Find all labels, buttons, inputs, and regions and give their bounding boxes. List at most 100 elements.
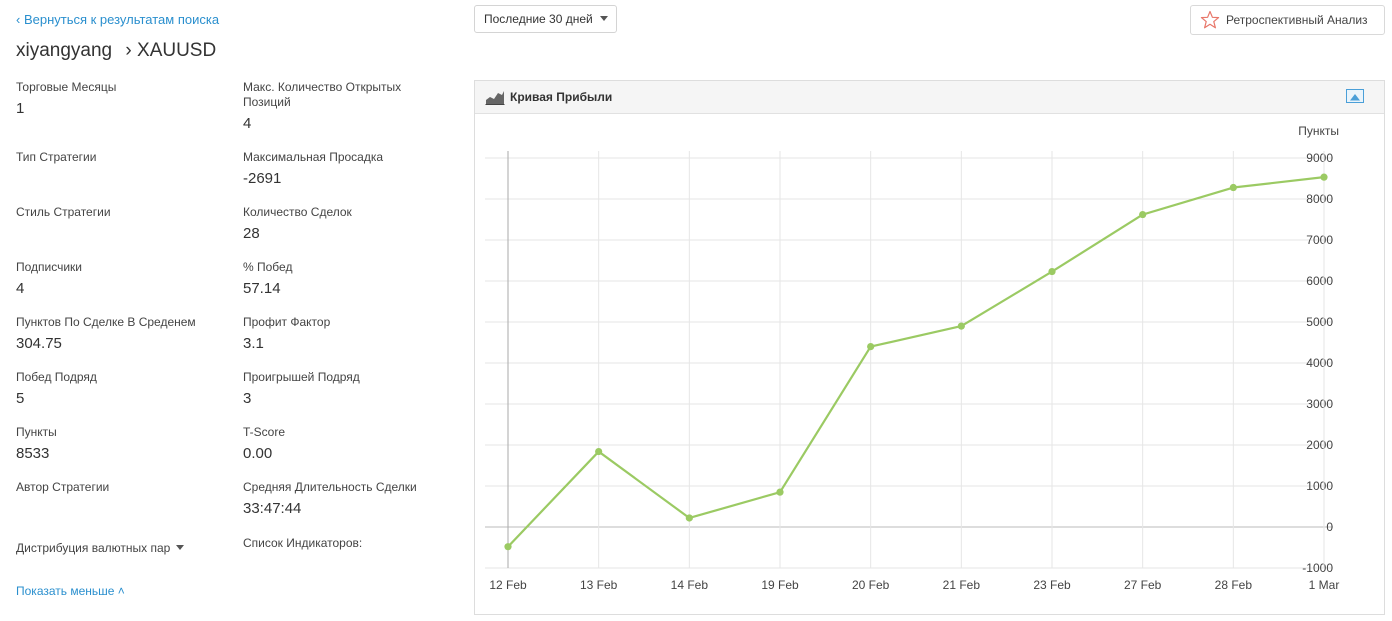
- profit-curve-chart: -1000 0 1000 2000 3000 4000 5000 6000 7000 8000 90…: [485, 124, 1340, 592]
- currency-distribution-label: Дистрибуция валютных пар: [16, 541, 171, 555]
- stat-profit-factor: Профит Фактор 3.1: [243, 315, 443, 352]
- stat-win-percent: % Побед 57.14: [243, 260, 443, 297]
- strategy-user-name: xiyangyang: [16, 40, 113, 61]
- y-tick-label: 1000: [1306, 479, 1333, 493]
- data-point: [1139, 210, 1147, 219]
- y-tick-label: 3000: [1306, 397, 1333, 411]
- data-point: [685, 514, 693, 522]
- stat-value: 1: [16, 100, 25, 117]
- backtest-button-label: Ретроспективный Анализ: [1226, 13, 1368, 27]
- x-tick-label: 13 Feb: [580, 578, 618, 592]
- data-point: [776, 488, 784, 496]
- data-point: [1229, 183, 1237, 192]
- period-select[interactable]: Последние 30 дней: [474, 5, 617, 33]
- y-tick-label: 2000: [1306, 438, 1333, 452]
- stat-label: Средняя Длительность Сделки: [243, 480, 417, 494]
- stat-label: Подписчики: [16, 260, 83, 274]
- stat-consecutive-losses: Проигрышей Подряд 3: [243, 370, 443, 407]
- stat-label: Пунктов По Сделке В Среденем: [16, 315, 196, 329]
- stat-label: Пункты: [16, 425, 57, 439]
- stat-value: 304.75: [16, 335, 62, 352]
- stat-avg-trade-duration: Средняя Длительность Сделки 33:47:44: [243, 480, 443, 517]
- stat-consecutive-wins: Побед Подряд 5: [16, 370, 216, 407]
- data-point: [1320, 173, 1328, 181]
- stat-value: 57.14: [243, 280, 281, 297]
- stat-label: Стиль Стратегии: [16, 205, 111, 219]
- x-tick-label: 20 Feb: [852, 578, 890, 592]
- title-separator: ›: [125, 40, 132, 61]
- page-title: xiyangyang › XAUUSD: [16, 40, 216, 62]
- expand-icon[interactable]: [1346, 89, 1364, 103]
- period-select-value: Последние 30 дней: [484, 12, 593, 26]
- stat-value: 4: [16, 280, 25, 297]
- stat-value: 3: [243, 390, 252, 407]
- stat-trade-count: Количество Сделок 28: [243, 205, 443, 242]
- stat-pips: Пункты 8533: [16, 425, 216, 462]
- stat-avg-pips-per-trade: Пунктов По Сделке В Среденем 304.75: [16, 315, 216, 352]
- stat-value: 8533: [16, 445, 50, 462]
- backtest-button[interactable]: Ретроспективный Анализ: [1190, 5, 1385, 35]
- y-tick-label: 6000: [1306, 274, 1333, 288]
- strategy-symbol: XAUUSD: [137, 40, 217, 61]
- area-chart-icon: [485, 91, 505, 105]
- stat-value: 3.1: [243, 335, 264, 352]
- chevron-down-icon: [176, 545, 185, 550]
- stat-label: Проигрышей Подряд: [243, 370, 360, 384]
- stat-label: Побед Подряд: [16, 370, 97, 384]
- stat-label: Торговые Месяцы: [16, 80, 117, 94]
- data-point: [1048, 267, 1056, 276]
- stat-subscribers: Подписчики 4: [16, 260, 216, 297]
- stat-label: % Побед: [243, 260, 293, 274]
- x-tick-label: 28 Feb: [1215, 578, 1253, 592]
- x-tick-label: 14 Feb: [671, 578, 709, 592]
- stat-max-open-positions: Макс. Количество Открытых Позиций 4: [243, 80, 443, 132]
- x-tick-label: 23 Feb: [1033, 578, 1071, 592]
- stat-value: 4: [243, 115, 252, 132]
- stat-strategy-author: Автор Стратегии: [16, 480, 216, 500]
- y-tick-label: 0: [1326, 520, 1333, 534]
- data-point: [957, 322, 965, 330]
- y-tick-label: 7000: [1306, 233, 1333, 247]
- stat-value: 28: [243, 225, 260, 242]
- stat-label: T-Score: [243, 425, 286, 439]
- x-tick-label: 1 Mar: [1309, 578, 1340, 592]
- show-less-link[interactable]: Показать меньше ˄: [16, 584, 125, 598]
- stat-strategy-type: Тип Стратегии: [16, 150, 216, 170]
- profit-curve-title: Кривая Прибыли: [510, 90, 613, 104]
- stat-t-score: T-Score 0.00: [243, 425, 443, 462]
- stat-label: Максимальная Просадка: [243, 150, 384, 164]
- back-to-search-link[interactable]: ‹ Вернуться к результатам поиска: [16, 12, 219, 27]
- stat-strategy-style: Стиль Стратегии: [16, 205, 216, 225]
- y-tick-label: 9000: [1306, 151, 1333, 165]
- x-tick-label: 12 Feb: [489, 578, 527, 592]
- profit-line: [507, 176, 1325, 548]
- x-tick-label: 27 Feb: [1124, 578, 1162, 592]
- currency-distribution-dropdown[interactable]: Дистрибуция валютных пар: [16, 541, 185, 555]
- x-tick-label: 21 Feb: [943, 578, 981, 592]
- indicators-list-label: Список Индикаторов:: [243, 536, 363, 550]
- stat-value: 0.00: [243, 445, 273, 462]
- data-point: [504, 543, 512, 551]
- y-tick-label: -1000: [1302, 561, 1333, 575]
- stat-label: Автор Стратегии: [16, 480, 110, 494]
- stat-label: Макс. Количество Открытых Позиций: [243, 80, 402, 109]
- y-tick-label: 5000: [1306, 315, 1333, 329]
- y-axis-title: Пункты: [1298, 124, 1339, 138]
- y-tick-label: 8000: [1306, 192, 1333, 206]
- stat-max-drawdown: Максимальная Просадка -2691: [243, 150, 443, 187]
- star-icon: [1200, 10, 1220, 29]
- stat-value: -2691: [243, 170, 282, 187]
- chevron-down-icon: [600, 16, 608, 21]
- profit-curve-header: Кривая Прибыли: [475, 81, 1384, 114]
- y-tick-label: 4000: [1306, 356, 1333, 370]
- stat-trading-months: Торговые Месяцы 1: [16, 80, 216, 117]
- stat-label: Количество Сделок: [243, 205, 352, 219]
- x-tick-label: 19 Feb: [761, 578, 799, 592]
- profit-curve-panel: Кривая Прибыли -1000 0 1000 2000 3000 4000 500…: [474, 80, 1385, 615]
- stat-value: 33:47:44: [243, 500, 302, 517]
- stat-label: Профит Фактор: [243, 315, 331, 329]
- stat-label: Тип Стратегии: [16, 150, 97, 164]
- data-point: [867, 343, 875, 351]
- data-point: [595, 447, 603, 456]
- stat-value: 5: [16, 390, 25, 407]
